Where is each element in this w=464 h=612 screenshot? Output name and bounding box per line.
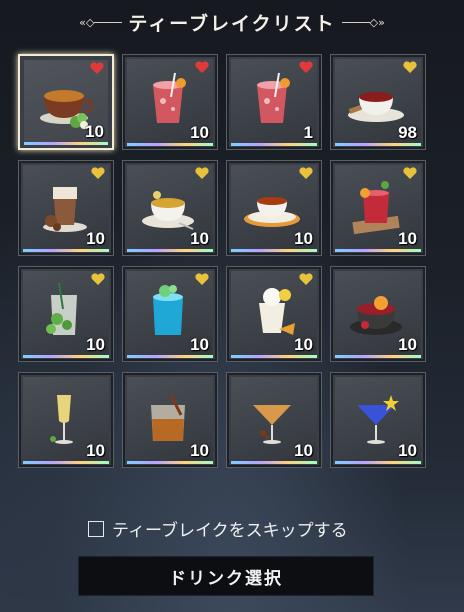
item-quantity: 10	[190, 441, 209, 460]
drink-slot-15[interactable]: 10	[226, 372, 322, 468]
favorite-heart-icon	[90, 62, 104, 74]
favorite-heart-icon	[195, 167, 209, 179]
item-quantity: 10	[190, 229, 209, 248]
item-quantity: 10	[294, 335, 313, 354]
item-quantity: 10	[294, 229, 313, 248]
favorite-heart-icon	[299, 61, 313, 73]
drink-slot-16[interactable]: 10	[330, 372, 426, 468]
favorite-heart-icon	[299, 273, 313, 285]
item-quantity: 10	[190, 335, 209, 354]
drink-slot-8[interactable]: 10	[330, 160, 426, 256]
item-quantity: 10	[398, 229, 417, 248]
item-quantity: 10	[190, 123, 209, 142]
item-quantity: 10	[85, 122, 104, 141]
favorite-heart-icon	[195, 61, 209, 73]
title-ornament-right: ◇»	[341, 16, 385, 29]
page-title: ティーブレイクリスト	[128, 12, 336, 35]
drink-slot-7[interactable]: 10	[226, 160, 322, 256]
item-quantity: 10	[294, 441, 313, 460]
item-quantity: 1	[303, 123, 313, 142]
skip-checkbox[interactable]	[88, 520, 104, 537]
favorite-heart-icon	[91, 167, 105, 179]
title-ornament-left: «◇	[79, 16, 123, 29]
skip-tea-break-toggle[interactable]: ティーブレイクをスキップする	[88, 516, 348, 541]
drink-slot-14[interactable]: 10	[122, 372, 218, 468]
drink-slot-1[interactable]: 10	[18, 54, 114, 150]
favorite-heart-icon	[403, 61, 417, 73]
drink-slot-13[interactable]: 10	[18, 372, 114, 468]
select-drink-button[interactable]: ドリンク選択	[78, 556, 374, 596]
item-quantity: 10	[86, 335, 105, 354]
item-quantity: 10	[86, 441, 105, 460]
red-fruit-drink-icon	[257, 72, 290, 123]
favorite-heart-icon	[91, 273, 105, 285]
favorite-heart-icon	[195, 273, 209, 285]
drink-grid: 10 10 1 98 10 10 10 10 10 10 10 10 10 10…	[18, 54, 430, 468]
item-quantity: 10	[398, 335, 417, 354]
item-quantity: 10	[86, 229, 105, 248]
drink-slot-9[interactable]: 10	[18, 266, 114, 362]
favorite-heart-icon	[299, 167, 313, 179]
drink-slot-5[interactable]: 10	[18, 160, 114, 256]
drink-slot-11[interactable]: 10	[226, 266, 322, 362]
list-header: «◇ ティーブレイクリスト ◇»	[0, 8, 464, 36]
drink-slot-12[interactable]: 10	[330, 266, 426, 362]
favorite-heart-icon	[403, 167, 417, 179]
item-quantity: 10	[398, 441, 417, 460]
drink-slot-10[interactable]: 10	[122, 266, 218, 362]
drink-slot-6[interactable]: 10	[122, 160, 218, 256]
drink-slot-2[interactable]: 10	[122, 54, 218, 150]
drink-slot-3[interactable]: 1	[226, 54, 322, 150]
skip-label: ティーブレイクをスキップする	[112, 521, 348, 541]
item-quantity: 98	[398, 123, 417, 142]
drink-slot-4[interactable]: 98	[330, 54, 426, 150]
